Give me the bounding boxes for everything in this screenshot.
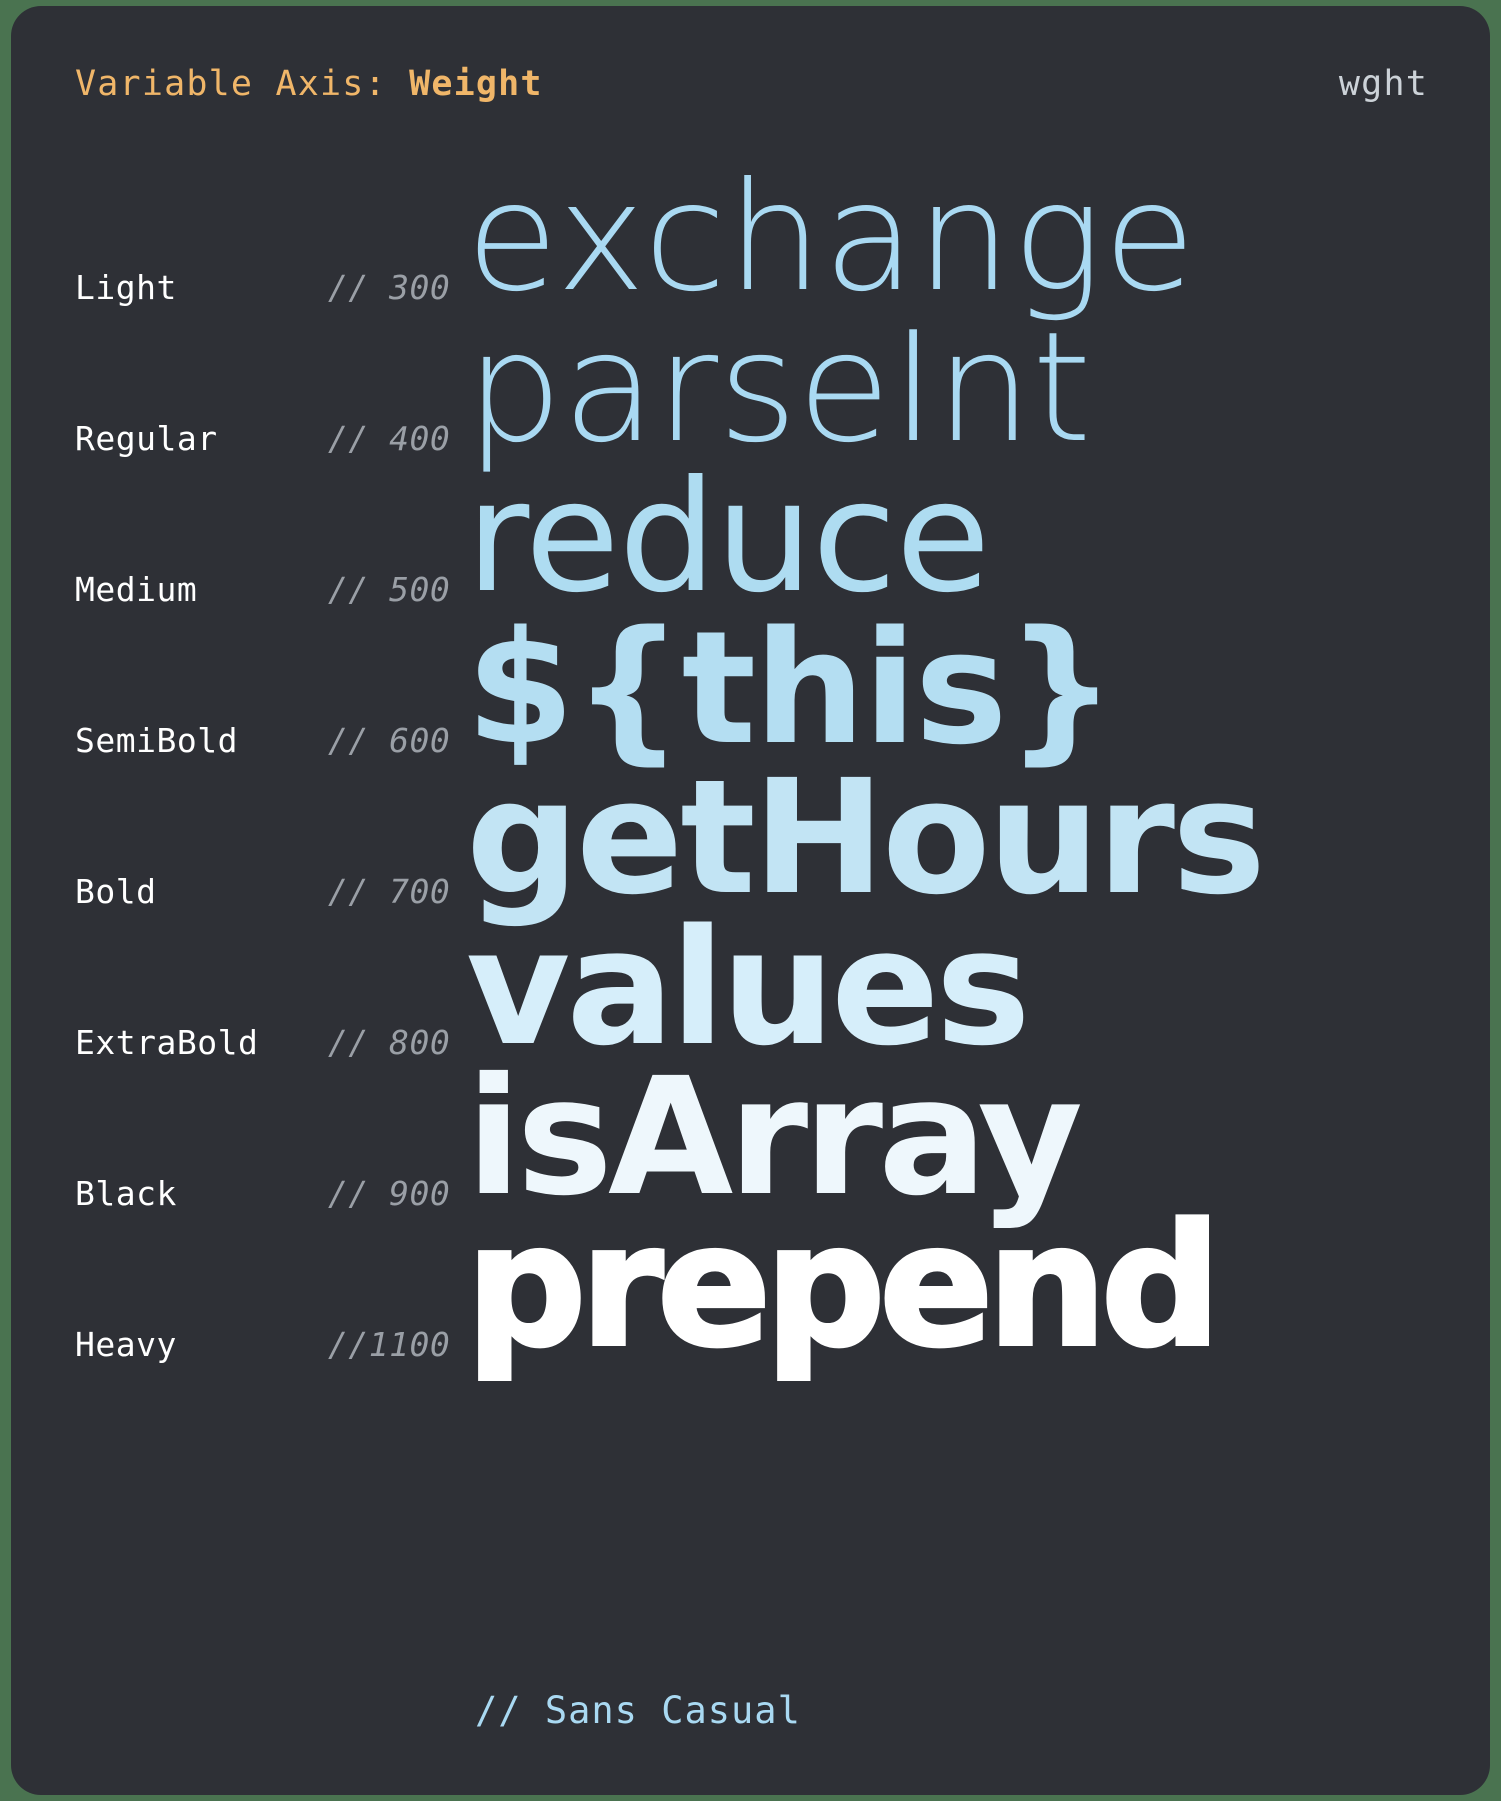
row-meta-extrabold: ExtraBold // 800 [75, 1023, 450, 1062]
weight-name-bold: Bold [75, 872, 157, 911]
axis-tag: wght [1338, 64, 1428, 104]
specimen-header: Variable Axis: Weight wght [11, 54, 1490, 114]
table-row: Heavy//1100 prepend [11, 1200, 1490, 1372]
weight-name-extrabold: ExtraBold [75, 1023, 259, 1062]
axis-title-name: Weight [409, 64, 543, 104]
weight-value-regular: // 400 [328, 419, 451, 458]
row-meta-light: Light // 300 [75, 268, 450, 307]
font-specimen-card: Variable Axis: Weight wght Light // 300 e… [11, 6, 1490, 1795]
sample-word-semibold: ${this} [466, 597, 1117, 779]
row-meta-semibold: SemiBold // 600 [75, 721, 450, 760]
sample-word-regular: parseInt [466, 299, 1092, 476]
table-row: SemiBold// 600 ${this} [11, 609, 1490, 766]
row-meta-black: Black // 900 [75, 1174, 450, 1213]
table-row: Medium// 500 reduce [11, 458, 1490, 615]
row-meta-heavy: Heavy //1100 [75, 1325, 450, 1364]
weight-name-semibold: SemiBold [75, 721, 238, 760]
weight-value-extrabold: // 800 [328, 1023, 451, 1062]
row-meta-medium: Medium // 500 [75, 570, 450, 609]
weight-name-black: Black [75, 1174, 177, 1213]
weight-value-bold: // 700 [328, 872, 451, 911]
weight-row-list: Light// 300 exchange Regular// 400 parse… [11, 156, 1490, 1372]
weight-name-heavy: Heavy [75, 1325, 177, 1364]
weight-value-medium: // 500 [328, 570, 451, 609]
table-row: ExtraBold// 800 values [11, 908, 1490, 1068]
sample-word-light: exchange [466, 151, 1197, 325]
sample-word-heavy: prepend [464, 1188, 1223, 1384]
table-row: Light// 300 exchange [11, 156, 1490, 313]
specimen-footer-caption: // Sans Casual [475, 1689, 801, 1732]
table-row: Bold// 700 getHours [11, 759, 1490, 917]
weight-value-semibold: // 600 [328, 721, 451, 760]
weight-value-light: // 300 [328, 268, 451, 307]
weight-value-black: // 900 [328, 1174, 451, 1213]
weight-name-regular: Regular [75, 419, 218, 458]
weight-name-medium: Medium [75, 570, 198, 609]
table-row: Regular// 400 parseInt [11, 307, 1490, 464]
row-meta-regular: Regular // 400 [75, 419, 450, 458]
weight-value-heavy: //1100 [328, 1325, 451, 1364]
sample-word-medium: reduce [466, 448, 990, 627]
weight-name-light: Light [75, 268, 177, 307]
axis-title-prefix: Variable Axis: [75, 64, 410, 104]
variable-axis-title: Variable Axis: Weight [75, 64, 543, 104]
row-meta-bold: Bold // 700 [75, 872, 450, 911]
